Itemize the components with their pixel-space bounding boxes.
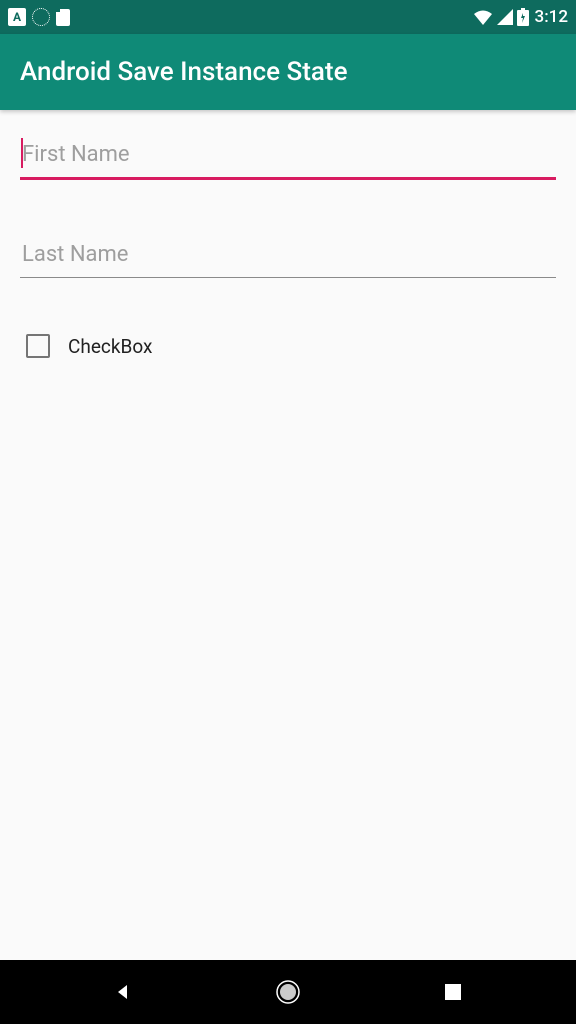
home-button[interactable] — [268, 972, 308, 1012]
first-name-group — [20, 136, 556, 180]
recent-button[interactable] — [433, 972, 473, 1012]
sd-card-icon — [56, 9, 70, 26]
keyboard-icon: A — [8, 8, 26, 26]
checkbox-box[interactable] — [26, 334, 50, 358]
last-name-input[interactable] — [20, 236, 556, 277]
checkbox-row[interactable]: CheckBox — [20, 334, 556, 358]
back-icon — [112, 981, 134, 1003]
navigation-bar — [0, 960, 576, 1024]
text-cursor — [21, 138, 23, 168]
app-title: Android Save Instance State — [20, 57, 348, 87]
status-left: A — [8, 8, 70, 26]
recent-icon — [443, 982, 463, 1002]
first-name-underline — [20, 177, 556, 180]
home-icon — [274, 978, 302, 1006]
last-name-group — [20, 236, 556, 278]
wifi-icon — [473, 9, 493, 25]
loading-icon — [32, 8, 50, 26]
content-area: CheckBox — [0, 110, 576, 960]
checkbox-label: CheckBox — [68, 335, 152, 358]
battery-icon — [517, 8, 529, 26]
status-right: 3:12 — [473, 7, 568, 27]
back-button[interactable] — [103, 972, 143, 1012]
app-bar: Android Save Instance State — [0, 34, 576, 110]
last-name-underline — [20, 277, 556, 278]
status-time: 3:12 — [535, 7, 568, 27]
status-bar: A 3:12 — [0, 0, 576, 34]
first-name-input[interactable] — [20, 136, 556, 177]
cellular-icon — [497, 9, 513, 25]
